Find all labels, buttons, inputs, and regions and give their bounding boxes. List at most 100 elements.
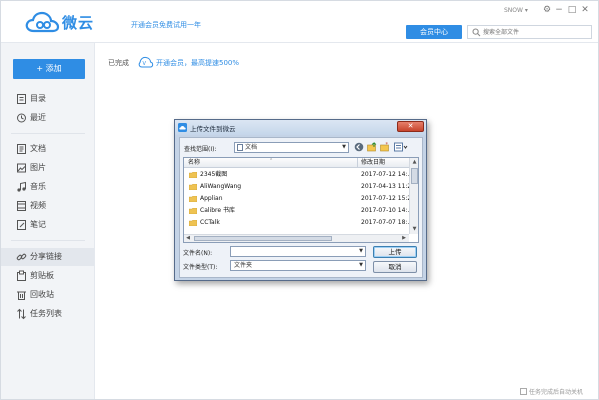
filename-field[interactable]: ▼ (230, 246, 366, 257)
file-name: AliWangWang (200, 183, 242, 190)
close-icon[interactable]: ✕ (579, 4, 591, 16)
upload-button[interactable]: 上传 (373, 246, 417, 258)
horizontal-scrollbar[interactable]: ◀ ▶ (184, 234, 409, 242)
video-icon (17, 201, 26, 211)
promo-link[interactable]: 开通会员免费试用一年 (131, 20, 201, 30)
maximize-icon[interactable]: □ (566, 4, 578, 16)
look-in-select[interactable]: 文档 ▼ (234, 142, 349, 153)
divider (11, 240, 85, 241)
file-date: 2017-07-12 15:2... (361, 195, 409, 202)
file-name: CCTalk (200, 219, 220, 226)
add-button-label: + 添加 (36, 64, 62, 73)
minimize-icon[interactable]: − (553, 4, 565, 16)
completed-tab[interactable]: 已完成 (108, 58, 129, 68)
scroll-up-icon[interactable]: ▲ (410, 158, 418, 167)
search-box[interactable] (467, 25, 592, 39)
sidebar-item-label: 分享链接 (30, 252, 62, 261)
sidebar-item-clipboard[interactable]: 剪贴板 (1, 267, 94, 285)
sidebar-item-notes[interactable]: 笔记 (1, 216, 94, 234)
scroll-left-icon[interactable]: ◀ (184, 235, 192, 242)
search-icon (472, 28, 481, 37)
sidebar-item-task-list[interactable]: 任务列表 (1, 305, 94, 323)
sidebar-item-label: 剪贴板 (30, 271, 54, 280)
chevron-down-icon: ▼ (342, 144, 346, 150)
vip-center-button[interactable]: 会员中心 (406, 25, 462, 39)
dialog-title: 上传文件到微云 (190, 125, 236, 133)
clipboard-icon (17, 270, 26, 281)
dialog-close-button[interactable]: ✕ (397, 121, 424, 132)
upload-dialog: 上传文件到微云 ✕ 查找范围(I): 文档 ▼ * 名称 ⌃ 修改日期 2345… (174, 119, 427, 281)
file-row[interactable]: CCTalk 2017-07-07 18:... (184, 217, 409, 229)
sidebar-item-label: 目录 (30, 94, 46, 103)
scroll-thumb[interactable] (194, 236, 332, 241)
scroll-thumb[interactable] (411, 168, 418, 184)
app-name: 微云 (62, 14, 95, 32)
file-date: 2017-07-10 14:... (361, 207, 409, 214)
vip-center-label: 会员中心 (420, 28, 448, 36)
sidebar-item-music[interactable]: 音乐 (1, 178, 94, 196)
file-list: 名称 ⌃ 修改日期 2345截图 2017-07-12 14:... AliWa… (183, 157, 419, 243)
auto-shutdown-label: 任务完成后自动关机 (529, 389, 584, 396)
chevron-down-icon[interactable]: ▼ (359, 247, 363, 256)
filetype-value: 文件夹 (234, 262, 253, 269)
cloud-logo-icon (25, 11, 60, 33)
sidebar-item-label: 图片 (30, 163, 46, 172)
cancel-button-label: 取消 (388, 263, 402, 271)
directory-icon (17, 94, 26, 104)
dialog-titlebar[interactable]: 上传文件到微云 ✕ (175, 120, 426, 135)
column-name[interactable]: 名称 (188, 158, 200, 168)
vip-boost-link[interactable]: 开通会员，最高提速500% (156, 58, 239, 68)
view-menu-icon[interactable] (394, 142, 408, 152)
back-icon[interactable] (354, 142, 364, 152)
sidebar-item-label: 笔记 (30, 220, 46, 229)
new-folder-icon[interactable]: * (380, 142, 390, 152)
search-input[interactable] (483, 27, 588, 37)
sidebar-item-videos[interactable]: 视频 (1, 197, 94, 215)
weiyun-small-icon (178, 123, 187, 132)
file-row[interactable]: Applian 2017-07-12 15:2... (184, 193, 409, 205)
filetype-label: 文件类型(T): (183, 264, 218, 271)
sidebar-item-label: 回收站 (30, 290, 54, 299)
file-row[interactable]: Calibre 书库 2017-07-10 14:... (184, 205, 409, 217)
folder-icon (189, 196, 197, 202)
cancel-button[interactable]: 取消 (373, 261, 417, 273)
sidebar-item-label: 音乐 (30, 182, 46, 191)
svg-text:V: V (143, 61, 147, 67)
note-icon (17, 220, 26, 230)
sidebar-item-label: 视频 (30, 201, 46, 210)
sidebar-item-documents[interactable]: 文档 (1, 140, 94, 158)
file-name: Calibre 书库 (200, 207, 235, 214)
sidebar-item-recycle-bin[interactable]: 回收站 (1, 286, 94, 304)
column-date[interactable]: 修改日期 (361, 158, 385, 168)
column-divider[interactable] (357, 158, 358, 168)
folder-icon (189, 220, 197, 226)
vertical-scrollbar[interactable]: ▲ ▼ (409, 158, 418, 234)
sidebar-item-directory[interactable]: 目录 (1, 90, 94, 108)
sidebar-item-images[interactable]: 图片 (1, 159, 94, 177)
filetype-select[interactable]: 文件夹 ▼ (230, 260, 366, 271)
look-in-label: 查找范围(I): (184, 146, 217, 153)
scroll-right-icon[interactable]: ▶ (400, 235, 408, 242)
image-icon (17, 163, 26, 173)
header: 微云 开通会员免费试用一年 SNOW ▾ ⚙ − □ ✕ 会员中心 (1, 1, 598, 43)
auto-shutdown-checkbox[interactable] (520, 388, 527, 395)
sidebar-item-share-links[interactable]: 分享链接 (1, 248, 94, 266)
file-date: 2017-04-13 11:2... (361, 183, 409, 190)
auto-shutdown-option[interactable]: 任务完成后自动关机 (520, 387, 583, 396)
sidebar-item-label: 文档 (30, 144, 46, 153)
sidebar-item-recent[interactable]: 最近 (1, 109, 94, 127)
user-menu[interactable]: SNOW ▾ (504, 7, 528, 14)
music-note-icon (17, 181, 26, 192)
scroll-down-icon[interactable]: ▼ (410, 225, 418, 234)
chevron-down-icon: ▼ (359, 262, 363, 268)
up-folder-icon[interactable] (367, 142, 377, 152)
link-icon (16, 253, 27, 261)
file-row[interactable]: AliWangWang 2017-04-13 11:2... (184, 181, 409, 193)
add-button[interactable]: + 添加 (13, 59, 85, 79)
dialog-body: 查找范围(I): 文档 ▼ * 名称 ⌃ 修改日期 2345截图 2017-07… (179, 137, 423, 278)
file-row[interactable]: 2345截图 2017-07-12 14:... (184, 169, 409, 181)
settings-gear-icon[interactable]: ⚙ (541, 4, 553, 16)
vip-boost-icon: V (138, 56, 154, 68)
clock-icon (17, 113, 26, 123)
weiyun-window: 微云 开通会员免费试用一年 SNOW ▾ ⚙ − □ ✕ 会员中心 + 添加 目… (0, 0, 599, 400)
